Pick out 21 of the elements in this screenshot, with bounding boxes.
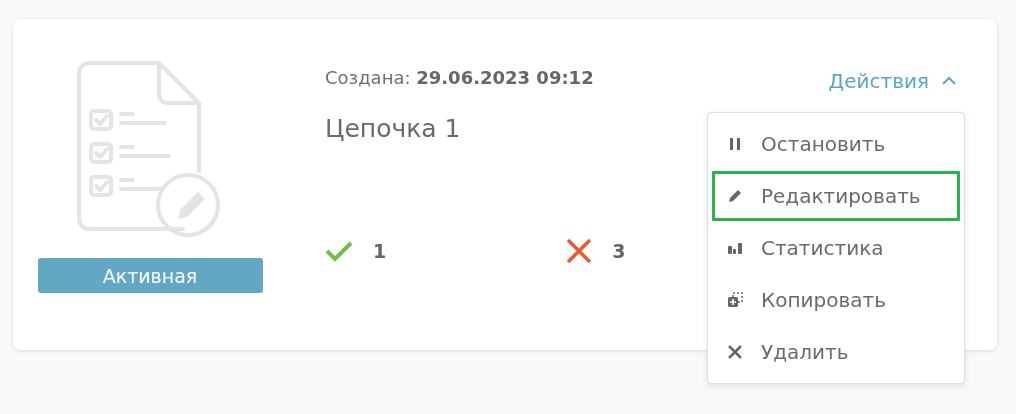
created-date: 29.06.2023 09:12 (416, 67, 594, 88)
success-count: 1 (373, 240, 387, 262)
status-badge: Активная (37, 258, 263, 293)
created-label: Создана: (325, 67, 411, 88)
menu-item[interactable]: Статистика (712, 223, 960, 273)
cross-icon (566, 238, 593, 264)
menu-item[interactable]: Копировать (712, 275, 960, 325)
copy-icon (727, 292, 743, 308)
chain-title: Цепочка 1 (325, 114, 462, 143)
pencil-icon (727, 188, 743, 204)
close-icon (727, 344, 743, 360)
caret-icon (941, 76, 957, 86)
bar-chart-icon (727, 240, 743, 256)
menu-item[interactable]: Удалить (712, 327, 960, 377)
check-icon (325, 240, 353, 262)
menu-item[interactable]: Остановить (712, 119, 960, 169)
menu-item[interactable]: Редактировать (712, 171, 960, 221)
actions-dropdown[interactable]: Действия (828, 69, 957, 93)
pause-icon (727, 136, 743, 152)
error-count: 3 (612, 240, 626, 262)
checklist-document-icon (75, 59, 223, 237)
